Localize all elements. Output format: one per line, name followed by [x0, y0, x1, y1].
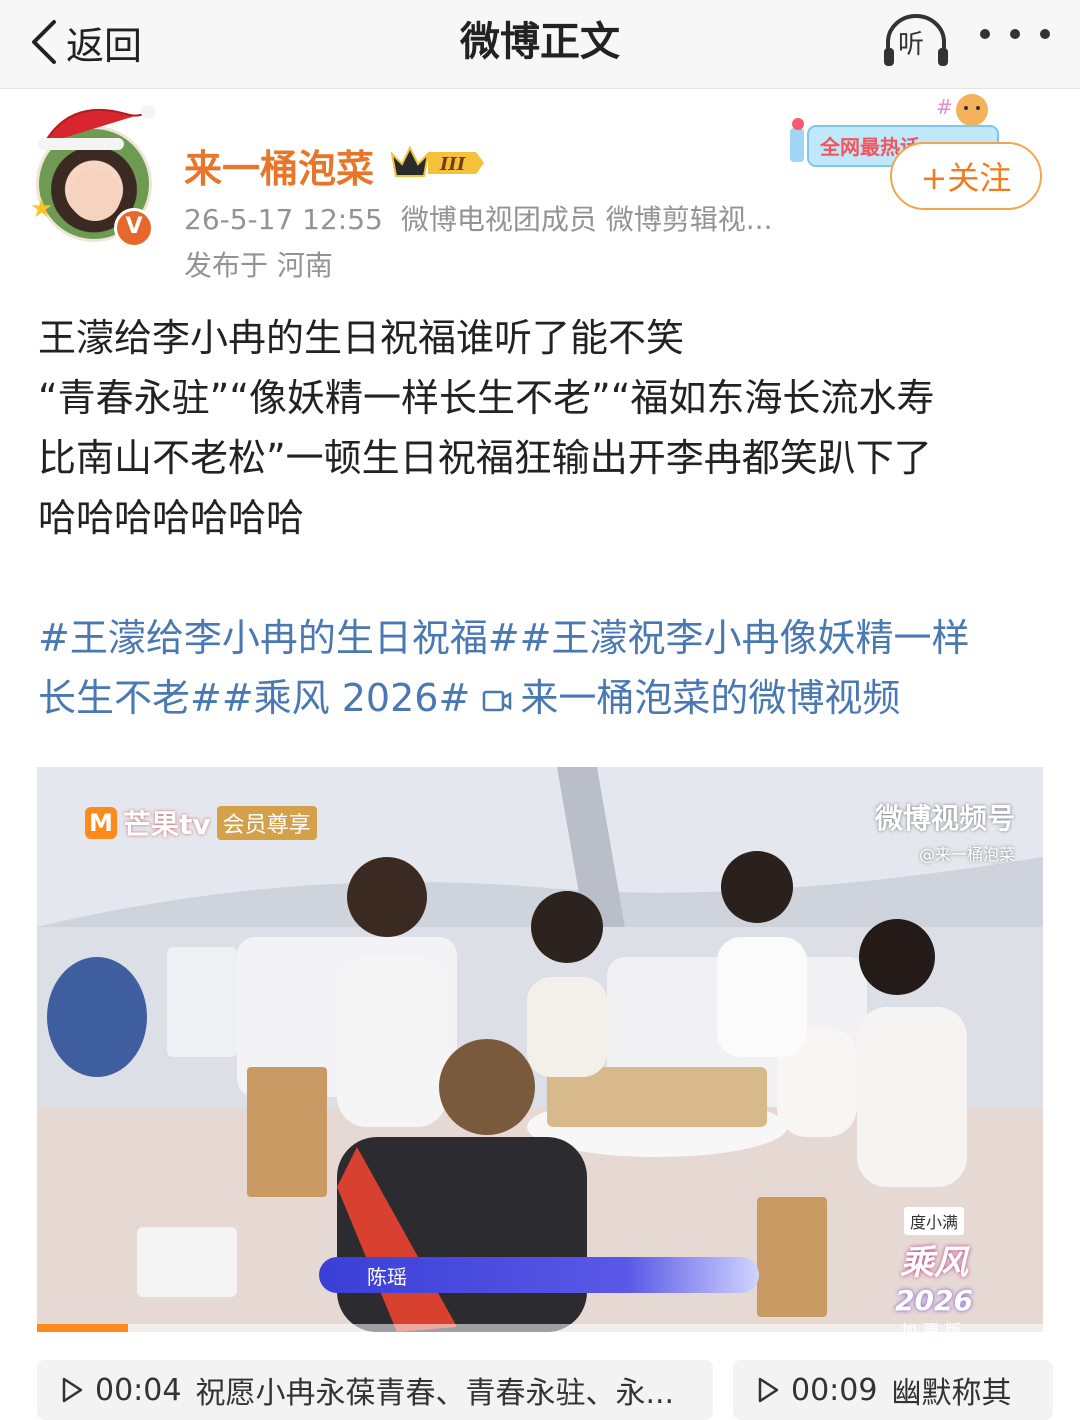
- weibo-video-title: 微博视频号: [874, 802, 1015, 835]
- video-progress-fill: [37, 1324, 128, 1332]
- follow-button[interactable]: +关注: [890, 142, 1042, 210]
- weibo-video-watermark: 微博视频号 @来一桶泡菜: [875, 797, 1015, 865]
- video-link-icon: [483, 690, 512, 712]
- video-chapter[interactable]: 00:04 祝愿小冉永葆青春、青春永驻、永...: [37, 1360, 713, 1420]
- post-location: 发布于 河南: [184, 249, 333, 282]
- chapter-time: 00:09: [791, 1372, 878, 1408]
- post-time: 26-5-17 12:55: [184, 203, 383, 236]
- listen-label: 听: [898, 30, 925, 60]
- post-content: 王濛给李小冉的生日祝福谁听了能不笑 “青春永驻”“像妖精一样长生不老”“福如东海…: [38, 308, 1048, 548]
- mango-tv-logo: M 芒果tv 会员尊享: [85, 805, 317, 841]
- show-year: 2026: [895, 1284, 973, 1317]
- star-icon: ★: [30, 194, 54, 224]
- play-icon: [758, 1377, 779, 1403]
- listen-button[interactable]: 听: [880, 10, 952, 70]
- post-text-line: 哈哈哈哈哈哈哈: [38, 496, 305, 540]
- svg-text:#: #: [936, 95, 953, 119]
- video-link-label: 来一桶泡菜的微博视频: [520, 676, 901, 720]
- show-logo: 度小满 乘风 2026 加更版: [895, 1207, 973, 1332]
- post-text-line: 比南山不老松”一顿生日祝福狂输出开李冉都笑趴下了: [38, 436, 932, 480]
- top-nav-bar: 返回 微博正文 听: [0, 0, 1080, 89]
- topic-link[interactable]: 长生不老##乘风 2026#: [38, 676, 482, 720]
- more-options-button[interactable]: [980, 14, 1050, 54]
- avatar-face: [69, 169, 121, 221]
- mango-brand: 芒果tv: [123, 808, 211, 841]
- santa-hat-icon: [38, 105, 155, 150]
- video-progress-track[interactable]: [37, 1324, 1043, 1332]
- post-text-line: “青春永驻”“像妖精一样长生不老”“福如东海长流水寿: [38, 376, 935, 420]
- chapter-text: 祝愿小冉永葆青春、青春永驻、永...: [195, 1376, 675, 1411]
- member-tag: 会员尊享: [216, 806, 317, 840]
- post-text-line: 王濛给李小冉的生日祝福谁听了能不笑: [38, 316, 685, 360]
- author-avatar[interactable]: ★ V: [28, 104, 158, 248]
- author-tags: 微博电视团成员 微博剪辑视...: [400, 203, 773, 236]
- topic-link[interactable]: #王濛给李小冉的生日祝福##王濛祝李小冉像妖精一样: [38, 608, 1048, 668]
- chapter-time: 00:04: [95, 1372, 182, 1408]
- post-meta: 26-5-17 12:55 微博电视团成员 微博剪辑视...: [184, 198, 790, 238]
- video-link[interactable]: 来一桶泡菜的微博视频: [482, 676, 900, 720]
- weibo-video-user: @来一桶泡菜: [918, 845, 1015, 864]
- video-player[interactable]: M 芒果tv 会员尊享 微博视频号 @来一桶泡菜 陈瑶 度小满 乘风 2026 …: [37, 767, 1043, 1332]
- chapter-text: 幽默称其: [891, 1376, 1012, 1411]
- author-name[interactable]: 来一桶泡菜: [184, 138, 374, 193]
- play-icon: [62, 1377, 83, 1403]
- show-sponsor: 度小满: [904, 1207, 965, 1235]
- more-dot-icon: [1010, 29, 1020, 39]
- vip-crown-badge: III: [390, 145, 484, 177]
- more-dot-icon: [980, 29, 990, 39]
- verified-badge: V: [114, 208, 154, 248]
- video-chapter[interactable]: 00:09 幽默称其: [733, 1360, 1053, 1420]
- vip-level-text: III: [439, 154, 466, 175]
- post-topics: #王濛给李小冉的生日祝福##王濛祝李小冉像妖精一样 长生不老##乘风 2026#…: [38, 608, 1048, 728]
- name-caption-text: 陈瑶: [367, 1265, 407, 1289]
- more-dot-icon: [1040, 29, 1050, 39]
- show-title: 乘风: [900, 1243, 969, 1283]
- mango-mark-icon: M: [85, 807, 117, 839]
